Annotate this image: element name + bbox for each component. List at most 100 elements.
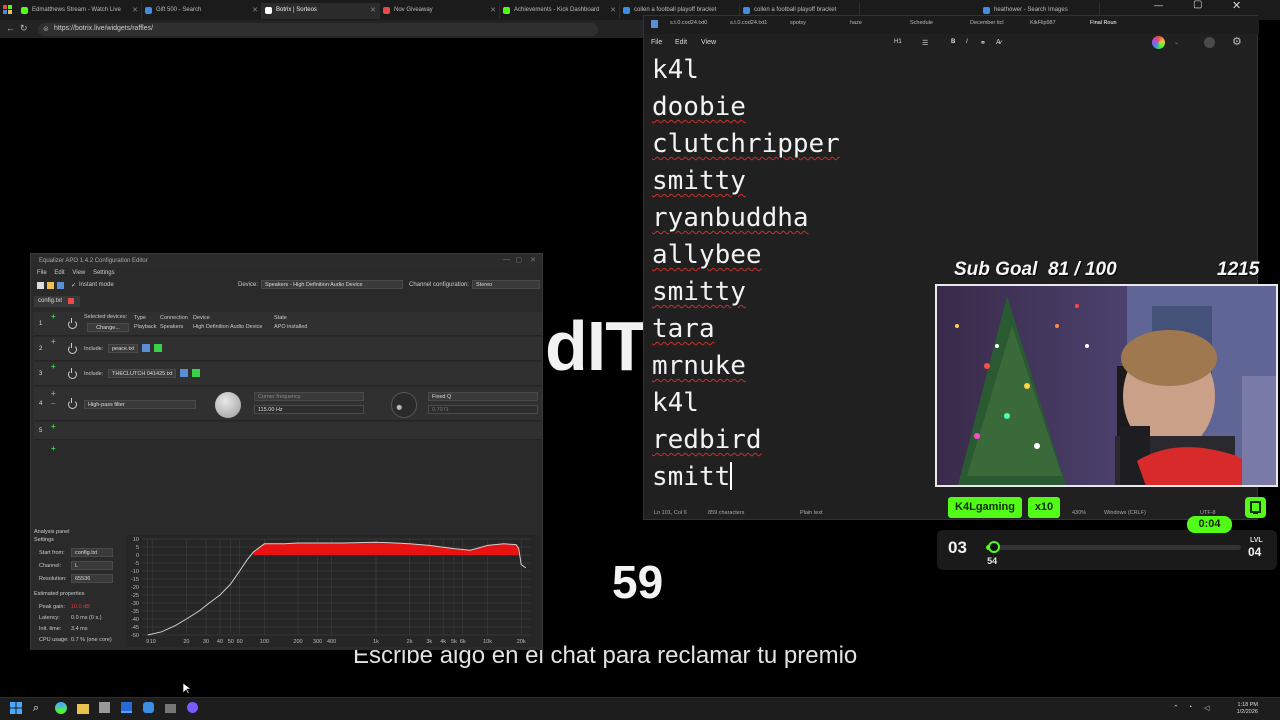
menu-edit[interactable]: Edit: [54, 270, 64, 276]
q-value-field[interactable]: 0.7071: [428, 405, 538, 414]
open-folder-icon[interactable]: [47, 282, 54, 289]
close-icon[interactable]: ✕: [530, 256, 536, 264]
close-icon[interactable]: ✕: [132, 6, 138, 14]
include-file-field[interactable]: THECLUTCH 041425.txt: [108, 369, 176, 378]
power-toggle-icon[interactable]: [68, 398, 77, 409]
open-file-icon[interactable]: [142, 344, 150, 352]
network-icon[interactable]: ◔: [1188, 704, 1192, 711]
address-bar[interactable]: ⊜ https://botrix.live/widgets/raffles/: [38, 23, 598, 36]
menu-settings[interactable]: Settings: [93, 270, 115, 276]
chevron-down-icon[interactable]: ⌄: [1174, 39, 1179, 46]
browser-tab[interactable]: Achievements - Kick Dashboard ✕: [500, 3, 620, 19]
resolution-field[interactable]: 65536: [71, 574, 113, 583]
notepad-editor[interactable]: k4l doobie clutchripper smitty ryanbuddh…: [652, 52, 840, 496]
edge-icon[interactable]: [55, 702, 67, 714]
instant-mode-checkbox[interactable]: ✓: [71, 282, 76, 289]
tray-chevron-icon[interactable]: ⌃: [1173, 704, 1179, 712]
channel-select[interactable]: L: [71, 561, 113, 570]
add-filter-icon[interactable]: +: [51, 444, 56, 453]
change-devices-button[interactable]: Change...: [87, 323, 129, 332]
clear-format-icon[interactable]: A̷: [996, 39, 1001, 46]
notepad-tab[interactable]: Schedule: [910, 20, 933, 26]
notepad-tab[interactable]: spotsy: [790, 20, 806, 26]
add-filter-icon[interactable]: +: [51, 422, 56, 431]
search-icon[interactable]: ⌕: [33, 702, 47, 716]
edit-file-icon[interactable]: [192, 369, 200, 377]
save-icon[interactable]: [57, 282, 64, 289]
bold-button[interactable]: B: [951, 39, 955, 45]
discord-icon[interactable]: [187, 702, 198, 713]
gear-icon[interactable]: ⚙: [1232, 35, 1242, 48]
notepad-tab[interactable]: s.t.0.cod24.txt0: [670, 20, 707, 26]
refresh-icon[interactable]: ↻: [20, 23, 28, 34]
browser-tab[interactable]: Gift 500 - Search ✕: [142, 3, 262, 19]
maximize-icon[interactable]: ▢: [515, 256, 522, 264]
window-menu-icon[interactable]: [3, 5, 12, 14]
notepad-tab-active[interactable]: Final Roun: [1090, 20, 1117, 26]
corner-frequency-select[interactable]: Corner frequency: [254, 392, 364, 401]
zoom-level[interactable]: 430%: [1072, 510, 1086, 516]
gain-knob[interactable]: [215, 392, 241, 418]
power-toggle-icon[interactable]: [68, 343, 77, 354]
notepad-tab[interactable]: December ticl: [970, 20, 1004, 26]
text-format[interactable]: Plain text: [800, 510, 823, 516]
account-icon[interactable]: [1204, 37, 1215, 48]
system-clock[interactable]: 1:18 PM 1/2/2026: [1237, 702, 1258, 716]
y-tick-label: -50: [131, 633, 139, 639]
device-select[interactable]: Speakers - High Definition Audio Device: [261, 280, 403, 289]
notepad-tab[interactable]: haze: [850, 20, 862, 26]
heading-button[interactable]: H1: [894, 39, 902, 45]
close-icon[interactable]: ✕: [610, 6, 616, 14]
power-toggle-icon[interactable]: [68, 368, 77, 379]
terminal-icon[interactable]: [165, 704, 176, 713]
browser-tab-active[interactable]: Botrix | Sorteos ✕: [262, 3, 380, 19]
italic-button[interactable]: I: [966, 39, 968, 45]
copilot-icon[interactable]: [1152, 36, 1165, 49]
notes-icon[interactable]: [99, 702, 110, 713]
menu-file[interactable]: File: [37, 270, 47, 276]
close-tab-icon[interactable]: [68, 298, 74, 304]
menu-view[interactable]: View: [72, 270, 85, 276]
volume-icon[interactable]: ◁: [1204, 704, 1209, 712]
notepad-tab[interactable]: KikFlip987: [1030, 20, 1056, 26]
close-icon[interactable]: ✕: [252, 6, 258, 14]
browser-tab[interactable]: Nov Giveaway ✕: [380, 3, 500, 19]
close-icon[interactable]: ✕: [370, 6, 376, 14]
close-window-icon[interactable]: ✕: [1232, 0, 1241, 12]
q-knob[interactable]: [391, 392, 417, 418]
q-mode-select[interactable]: Fixed Q: [428, 392, 538, 401]
menu-view[interactable]: View: [701, 39, 716, 46]
start-icon[interactable]: [10, 702, 24, 716]
add-filter-icon[interactable]: +: [51, 389, 56, 398]
add-filter-icon[interactable]: +: [51, 362, 56, 371]
menu-file[interactable]: File: [651, 39, 662, 46]
include-file-field[interactable]: peace.txt: [108, 344, 138, 353]
open-file-icon[interactable]: [180, 369, 188, 377]
new-file-icon[interactable]: [37, 282, 44, 289]
notepad-taskbar-icon[interactable]: [121, 702, 132, 713]
close-icon[interactable]: ✕: [490, 6, 496, 14]
list-icon[interactable]: ☰: [922, 39, 928, 47]
start-from-select[interactable]: config.txt: [71, 548, 113, 557]
power-toggle-icon[interactable]: [68, 318, 77, 329]
minimize-icon[interactable]: —: [503, 256, 510, 263]
corner-frequency-field[interactable]: 115.00 Hz: [254, 405, 364, 414]
back-icon[interactable]: ←: [6, 23, 15, 33]
add-filter-icon[interactable]: +: [51, 337, 56, 346]
minimize-icon[interactable]: —: [1154, 0, 1163, 10]
filter-type-select[interactable]: High-pass filter: [84, 400, 196, 409]
file-explorer-icon[interactable]: [77, 704, 89, 714]
channel-config-select[interactable]: Stereo: [472, 280, 540, 289]
maximize-icon[interactable]: ▢: [1193, 0, 1202, 10]
app-icon[interactable]: [143, 702, 154, 713]
menu-edit[interactable]: Edit: [675, 39, 687, 46]
add-filter-icon[interactable]: +: [51, 312, 56, 321]
line-endings[interactable]: Windows (CRLF): [1104, 510, 1146, 516]
notepad-tab[interactable]: s.t.0.cod24.txt1: [730, 20, 767, 26]
edit-file-icon[interactable]: [154, 344, 162, 352]
config-tab[interactable]: config.txt: [34, 296, 80, 307]
remove-filter-icon[interactable]: –: [51, 399, 55, 408]
link-icon[interactable]: ⚭: [980, 39, 986, 47]
site-info-icon[interactable]: ⊜: [43, 25, 49, 33]
browser-tab[interactable]: Edmatthews Stream - Watch Live ✕: [18, 3, 142, 19]
